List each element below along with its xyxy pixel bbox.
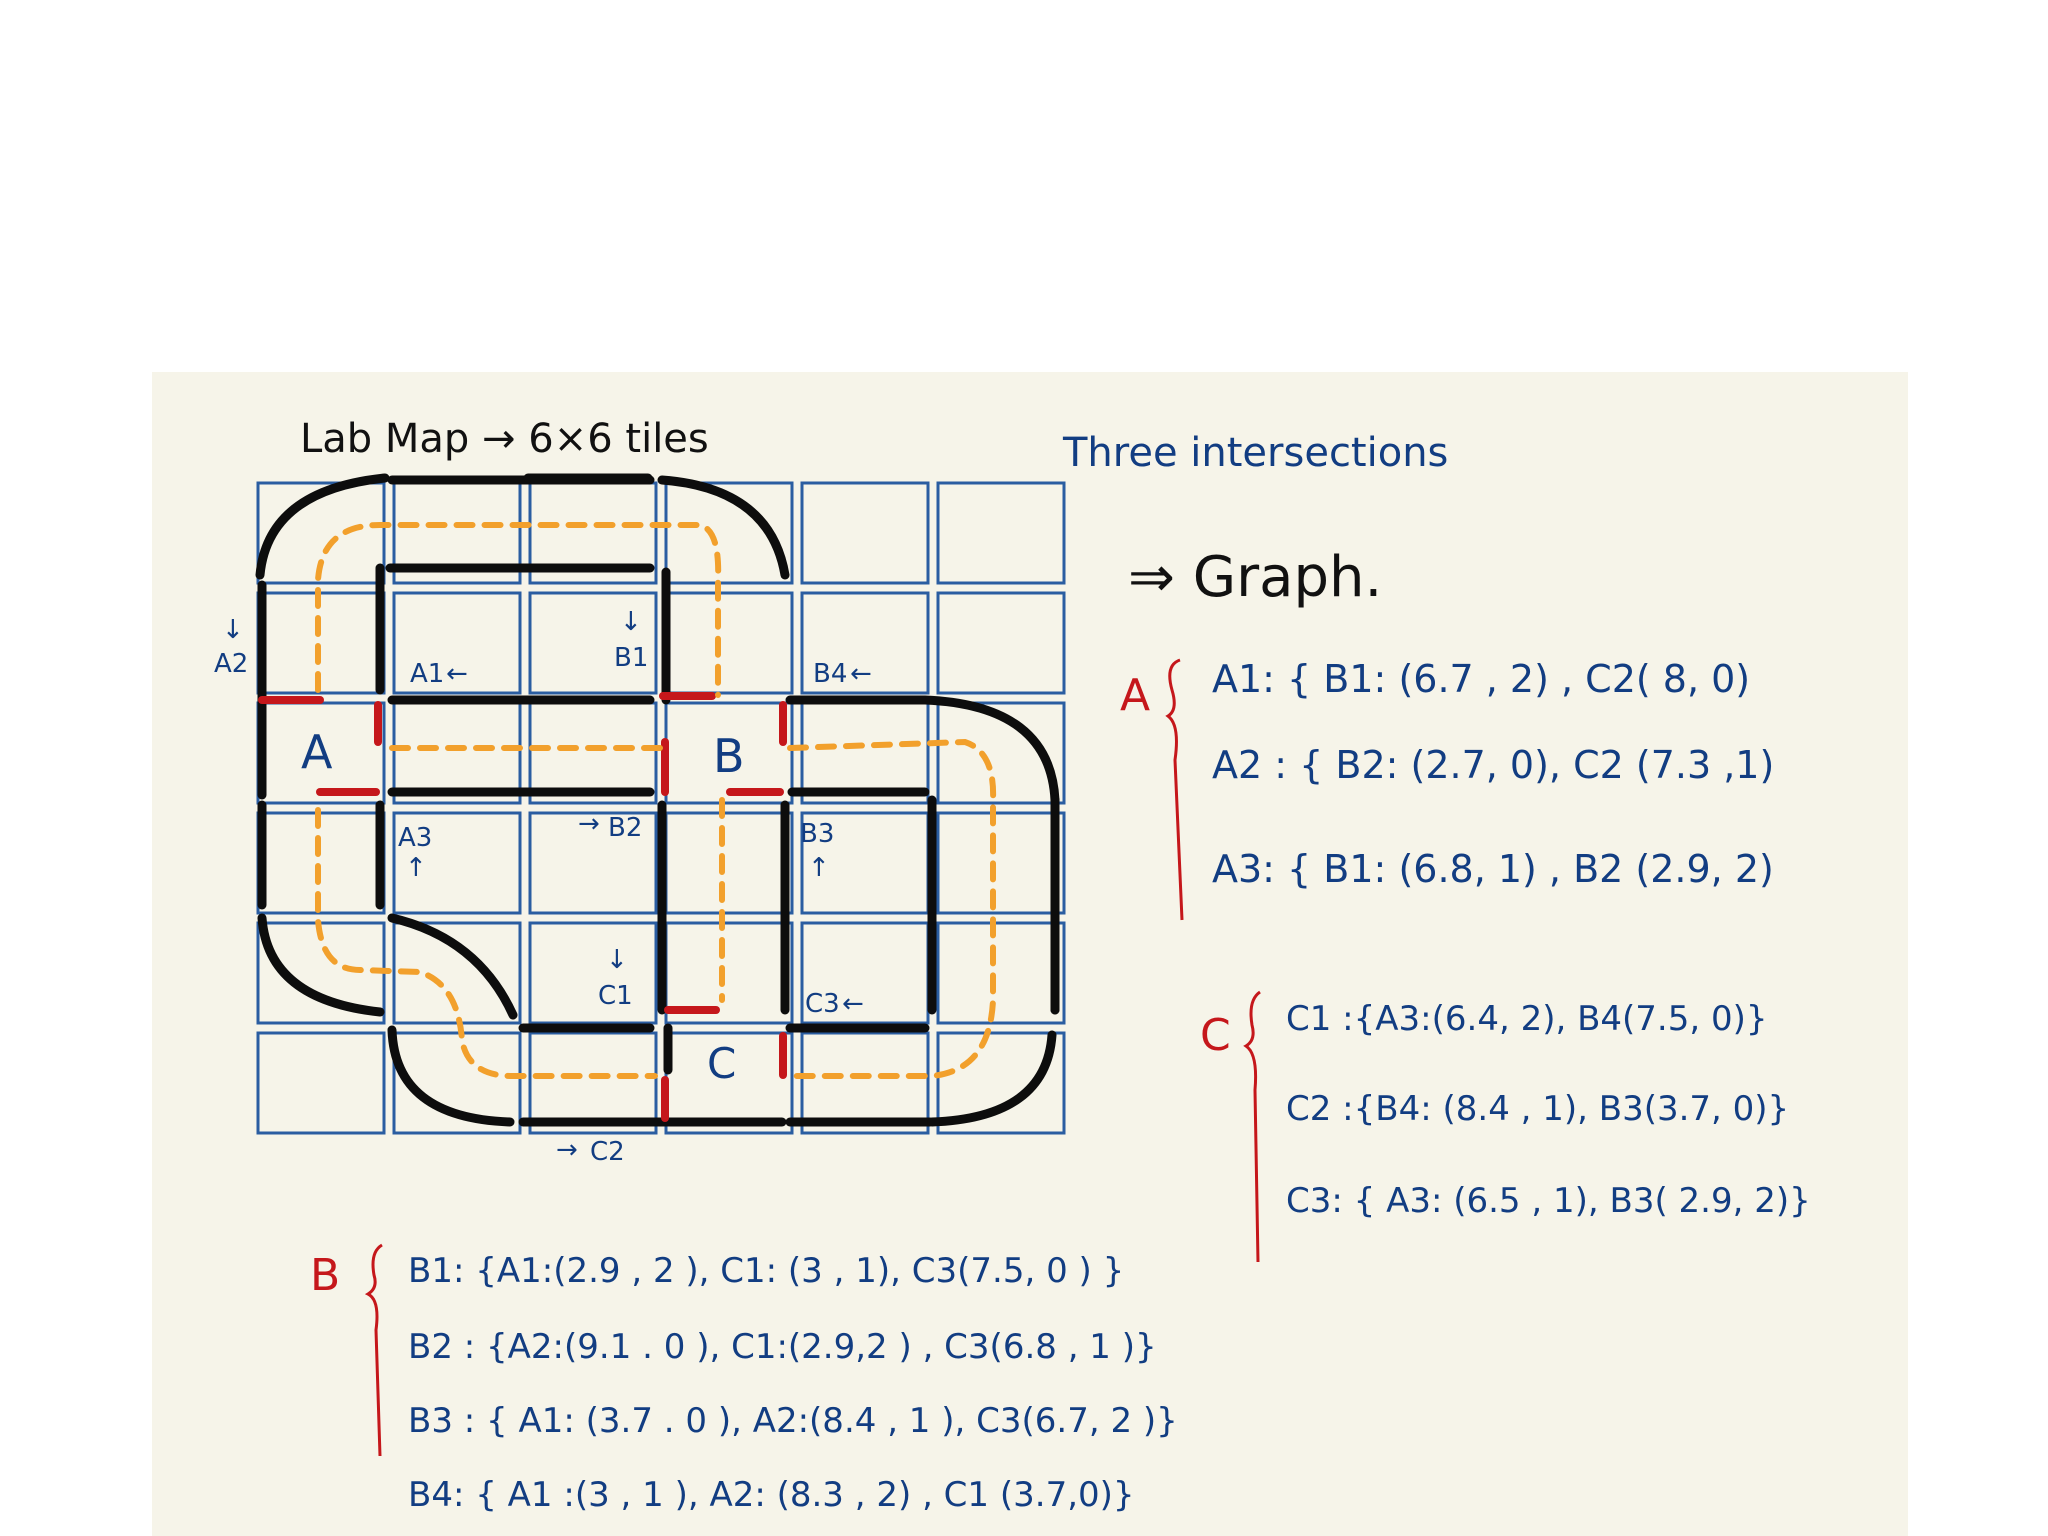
group-b-row-3: B3 : { A1: (3.7 . 0 ), A2:(8.4 , 1 ), C3… xyxy=(408,1401,1178,1441)
port-arrow-b1: ↓ xyxy=(620,607,642,637)
port-label-b1: B1 xyxy=(614,643,648,673)
group-b-row-1: B1: {A1:(2.9 , 2 ), C1: (3 , 1), C3(7.5,… xyxy=(408,1251,1124,1291)
group-b-row-2: B2 : {A2:(9.1 . 0 ), C1:(2.9,2 ) , C3(6.… xyxy=(408,1327,1157,1367)
port-arrow-b3: ↑ xyxy=(808,853,830,883)
port-arrow-b4: ← xyxy=(850,659,872,689)
group-c-letter: C xyxy=(1200,1010,1231,1061)
port-arrow-a3: ↑ xyxy=(405,853,427,883)
group-a-row-1: A1: { B1: (6.7 , 2) , C2( 8, 0) xyxy=(1212,657,1750,701)
group-a-row-2: A2 : { B2: (2.7, 0), C2 (7.3 ,1) xyxy=(1212,743,1774,787)
intersection-c-label: C xyxy=(707,1039,736,1088)
port-arrow-c2: → xyxy=(556,1135,578,1165)
port-arrow-b2: → xyxy=(578,809,600,839)
port-arrow-a2: ↓ xyxy=(222,615,244,645)
port-arrow-c3: ← xyxy=(842,989,864,1019)
port-label-c1: C1 xyxy=(598,981,633,1011)
port-label-b2: B2 xyxy=(608,813,642,843)
group-a-row-3: A3: { B1: (6.8, 1) , B2 (2.9, 2) xyxy=(1212,847,1774,891)
port-label-b4: B4 xyxy=(813,659,847,689)
port-label-b3: B3 xyxy=(800,819,834,849)
port-arrow-a1: ← xyxy=(446,659,468,689)
group-a-letter: A xyxy=(1120,670,1150,721)
graph-label: ⇒ Graph. xyxy=(1128,545,1382,610)
group-c-row-2: C2 :{B4: (8.4 , 1), B3(3.7, 0)} xyxy=(1286,1089,1789,1129)
intersection-a-label: A xyxy=(301,725,333,779)
port-arrow-c1: ↓ xyxy=(606,945,628,975)
map-title: Lab Map → 6×6 tiles xyxy=(300,416,709,462)
port-label-c2: C2 xyxy=(590,1137,625,1167)
intersection-b-label: B xyxy=(713,729,745,783)
intersections-heading: Three intersections xyxy=(1062,430,1448,476)
lab-map-notes: Lab Map → 6×6 tiles Three intersections … xyxy=(152,372,1908,1536)
port-label-a1: A1 xyxy=(410,659,444,689)
group-b-row-4: B4: { A1 :(3 , 1 ), A2: (8.3 , 2) , C1 (… xyxy=(408,1475,1135,1515)
port-label-c3: C3 xyxy=(805,989,840,1019)
group-c-row-3: C3: { A3: (6.5 , 1), B3( 2.9, 2)} xyxy=(1286,1181,1811,1221)
group-b-letter: B xyxy=(310,1250,340,1301)
port-label-a2: A2 xyxy=(214,649,248,679)
port-label-a3: A3 xyxy=(398,823,432,853)
group-c-row-1: C1 :{A3:(6.4, 2), B4(7.5, 0)} xyxy=(1286,999,1768,1039)
